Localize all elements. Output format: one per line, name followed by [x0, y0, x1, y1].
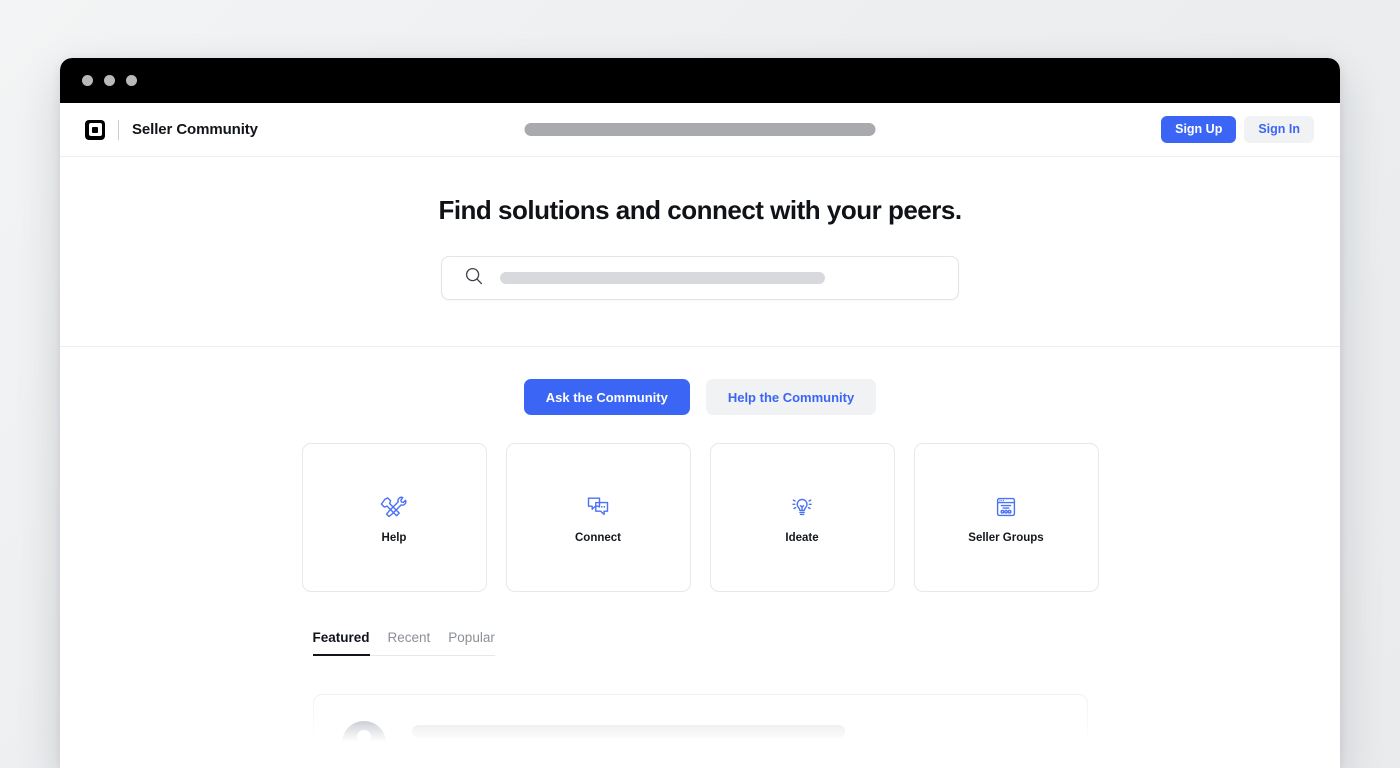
user-avatar-icon: [341, 721, 389, 766]
card-help[interactable]: Help: [301, 443, 487, 592]
brand-name: Seller Community: [132, 121, 258, 138]
nav-placeholder-bar: [524, 123, 876, 136]
header-actions: Sign Up Sign In: [1161, 116, 1314, 143]
square-badge-icon: [372, 750, 389, 766]
tools-icon: [380, 492, 408, 522]
sign-up-button[interactable]: Sign Up: [1161, 116, 1237, 143]
category-cards: Help Connect Ideate Seller Groups: [60, 443, 1340, 592]
cta-row: Ask the Community Help the Community: [60, 379, 1340, 415]
card-ideate[interactable]: Ideate: [709, 443, 895, 592]
search-input[interactable]: [500, 272, 825, 284]
card-label: Ideate: [785, 531, 819, 544]
tab-popular[interactable]: Popular: [448, 630, 495, 656]
post-card[interactable]: [312, 694, 1088, 768]
post-title-placeholder: [411, 725, 845, 738]
hero-section: Find solutions and connect with your pee…: [60, 157, 1340, 347]
lightbulb-icon: [788, 492, 816, 522]
tab-featured[interactable]: Featured: [312, 630, 370, 656]
ask-the-community-button[interactable]: Ask the Community: [523, 379, 690, 415]
tab-recent[interactable]: Recent: [388, 630, 431, 656]
page-title: Find solutions and connect with your pee…: [438, 195, 962, 225]
card-seller-groups[interactable]: Seller Groups: [913, 443, 1099, 592]
search-bar[interactable]: [441, 256, 959, 300]
card-label: Connect: [575, 531, 621, 544]
zoom-window-button[interactable]: [126, 75, 137, 86]
site-header: Seller Community Sign Up Sign In: [60, 103, 1340, 157]
window-titlebar: [60, 58, 1340, 103]
minimize-window-button[interactable]: [104, 75, 115, 86]
feed-section: Featured Recent Popular: [312, 630, 1088, 768]
sign-in-button[interactable]: Sign In: [1244, 116, 1314, 143]
square-logo-icon: [85, 119, 105, 140]
speech-bubbles-icon: [584, 492, 612, 522]
browser-window-icon: [992, 492, 1020, 522]
brand-divider: [118, 119, 119, 140]
search-icon: [464, 266, 484, 291]
browser-window: Seller Community Sign Up Sign In Find so…: [60, 58, 1340, 768]
post-skeleton-lines: [411, 721, 1059, 768]
card-label: Seller Groups: [968, 531, 1044, 544]
help-the-community-button[interactable]: Help the Community: [705, 379, 877, 415]
card-connect[interactable]: Connect: [505, 443, 691, 592]
card-label: Help: [381, 531, 407, 544]
close-window-button[interactable]: [82, 75, 93, 86]
feed-tabs: Featured Recent Popular: [312, 630, 495, 656]
post-subtitle-placeholder: [411, 755, 715, 768]
brand[interactable]: Seller Community: [85, 119, 258, 140]
